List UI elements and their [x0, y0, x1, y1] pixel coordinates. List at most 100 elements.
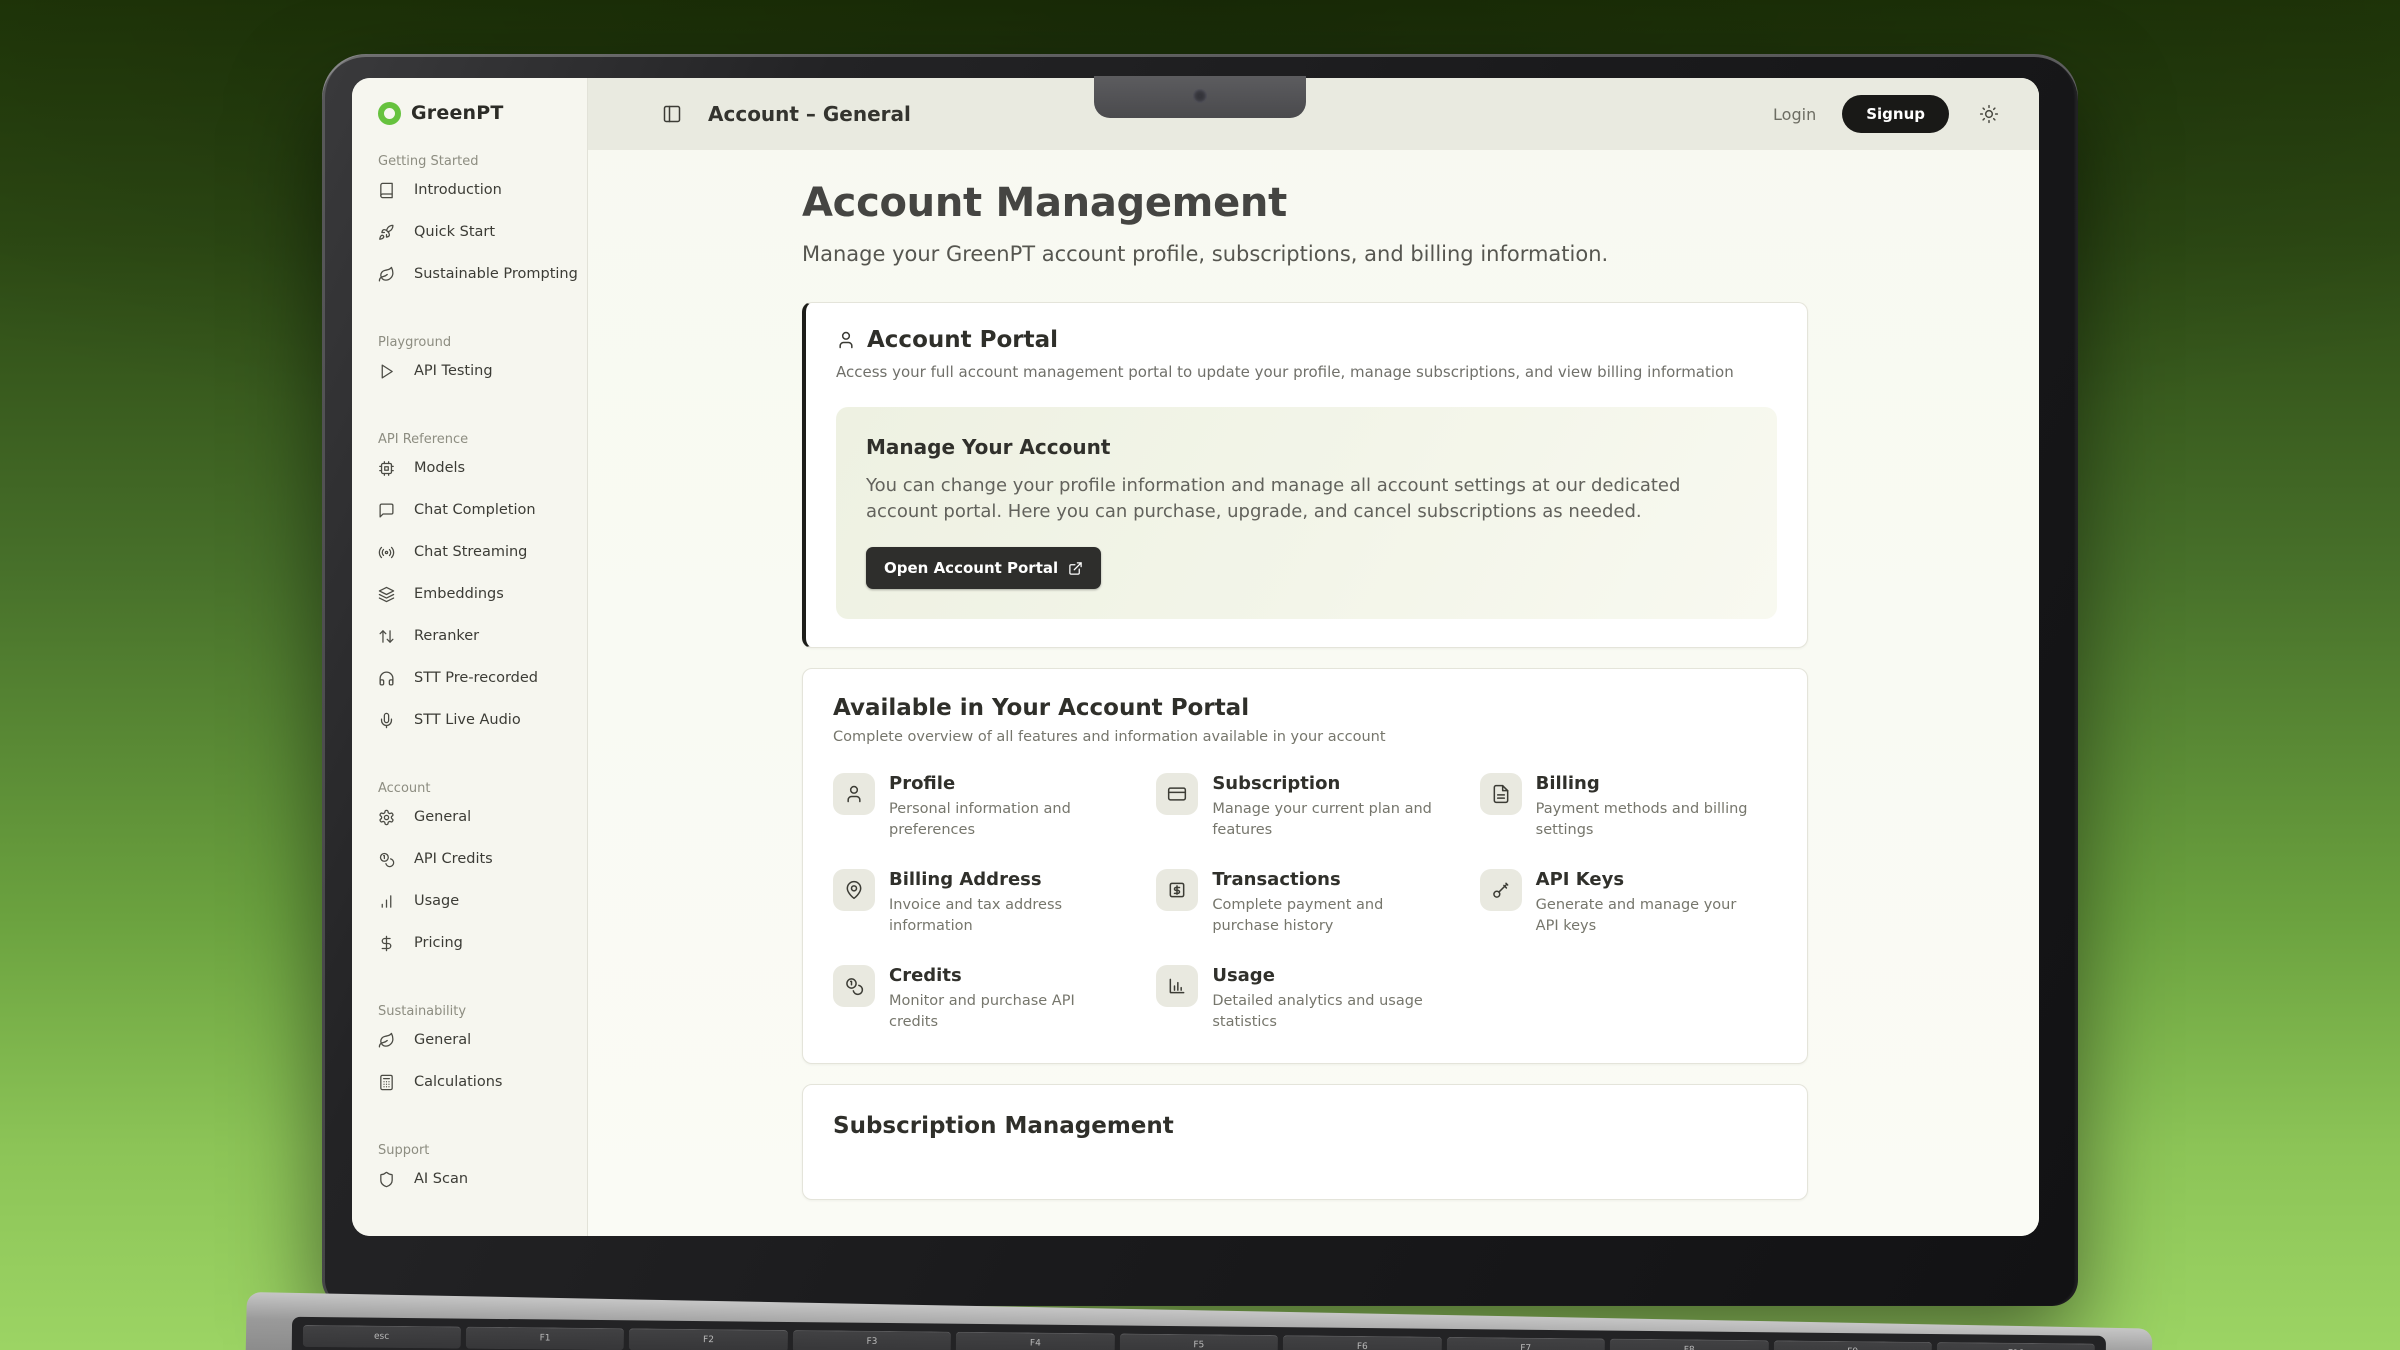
keyboard-key: F7: [1446, 1336, 1605, 1350]
feature-description: Detailed analytics and usage statistics: [1212, 991, 1437, 1033]
feature-description: Complete payment and purchase history: [1212, 895, 1437, 937]
section-label-sustainability: Sustainability: [378, 1004, 587, 1019]
sidebar-item-reranker[interactable]: Reranker: [378, 615, 587, 657]
laptop-screen: GreenPT Getting Started Introduction Qui…: [352, 78, 2039, 1236]
card-description: Access your full account management port…: [836, 363, 1777, 381]
page-content: Account Management Manage your GreenPT a…: [588, 150, 2039, 1236]
sidebar-item-quick-start[interactable]: Quick Start: [378, 211, 587, 253]
page-heading: Account Management: [802, 180, 1808, 226]
app-logo-text: GreenPT: [411, 102, 504, 124]
feature-title: API Keys: [1536, 869, 1761, 890]
section-label-api-reference: API Reference: [378, 432, 587, 447]
sidebar-item-sustainable-prompting[interactable]: Sustainable Prompting: [378, 253, 587, 295]
feature-description: Monitor and purchase API credits: [889, 991, 1114, 1033]
page-subheading: Manage your GreenPT account profile, sub…: [802, 242, 1808, 266]
bar-chart-icon: [1167, 976, 1187, 996]
keyboard-key: F5: [1120, 1333, 1279, 1350]
feature-title: Billing: [1536, 773, 1761, 794]
sidebar-item-models[interactable]: Models: [378, 447, 587, 489]
login-button[interactable]: Login: [1773, 105, 1816, 124]
sidebar-item-label: Chat Completion: [414, 502, 536, 518]
keyboard-key: F3: [793, 1330, 952, 1350]
sidebar-item-label: STT Live Audio: [414, 712, 521, 728]
key-icon: [1491, 880, 1511, 900]
card-title: Subscription Management: [833, 1113, 1777, 1139]
section-label-getting-started: Getting Started: [378, 154, 587, 169]
feature-title: Credits: [889, 965, 1114, 986]
sidebar-item-label: Calculations: [414, 1074, 502, 1090]
sidebar-item-label: Introduction: [414, 182, 502, 198]
desktop-background: GreenPT Getting Started Introduction Qui…: [0, 0, 2400, 1350]
sidebar-item-label: API Testing: [414, 363, 493, 379]
user-icon: [836, 330, 856, 350]
card-title: Account Portal: [867, 327, 1058, 353]
keyboard-key: F1: [466, 1326, 625, 1350]
rocket-icon: [378, 224, 395, 241]
sidebar-item-chat-completion[interactable]: Chat Completion: [378, 489, 587, 531]
keyboard-key: F4: [956, 1331, 1115, 1350]
sidebar-item-introduction[interactable]: Introduction: [378, 169, 587, 211]
card-subtitle: Complete overview of all features and in…: [833, 729, 1777, 745]
file-text-icon: [1491, 784, 1511, 804]
sidebar-item-label: Quick Start: [414, 224, 495, 240]
feature-transactions: Transactions Complete payment and purcha…: [1156, 869, 1453, 937]
feature-usage: Usage Detailed analytics and usage stati…: [1156, 965, 1453, 1033]
feature-description: Manage your current plan and features: [1212, 799, 1437, 841]
sidebar-item-embeddings[interactable]: Embeddings: [378, 573, 587, 615]
feature-billing-address: Billing Address Invoice and tax address …: [833, 869, 1130, 937]
sidebar-item-label: Embeddings: [414, 586, 504, 602]
sidebar-item-api-credits[interactable]: API Credits: [378, 838, 587, 880]
keyboard-key: F10: [1937, 1342, 2096, 1350]
microphone-icon: [378, 712, 395, 729]
sidebar-item-pricing[interactable]: Pricing: [378, 922, 587, 964]
open-account-portal-button[interactable]: Open Account Portal: [866, 547, 1101, 589]
sidebar-item-label: Reranker: [414, 628, 479, 644]
sidebar-item-account-general[interactable]: General: [378, 796, 587, 838]
sidebar-item-sustainability-general[interactable]: General: [378, 1019, 587, 1061]
sidebar-item-api-testing[interactable]: API Testing: [378, 350, 587, 392]
sidebar-item-label: General: [414, 1032, 471, 1048]
map-pin-icon: [844, 880, 864, 900]
feature-description: Personal information and preferences: [889, 799, 1114, 841]
sidebar-item-stt-pre-recorded[interactable]: STT Pre-recorded: [378, 657, 587, 699]
section-label-support: Support: [378, 1143, 587, 1158]
sidebar-item-label: STT Pre-recorded: [414, 670, 538, 686]
signup-button[interactable]: Signup: [1842, 95, 1949, 133]
section-label-account: Account: [378, 781, 587, 796]
sidebar-item-label: Chat Streaming: [414, 544, 527, 560]
sidebar-item-calculations[interactable]: Calculations: [378, 1061, 587, 1103]
button-label: Open Account Portal: [884, 559, 1058, 577]
calculator-icon: [378, 1074, 395, 1091]
laptop-notch: [1094, 76, 1306, 118]
feature-billing: Billing Payment methods and billing sett…: [1480, 773, 1777, 841]
theme-toggle[interactable]: [1979, 104, 1999, 124]
broadcast-icon: [378, 544, 395, 561]
app-logo[interactable]: GreenPT: [378, 96, 587, 130]
sidebar-item-label: Models: [414, 460, 465, 476]
sidebar-item-stt-live-audio[interactable]: STT Live Audio: [378, 699, 587, 741]
book-icon: [378, 182, 395, 199]
external-link-icon: [1068, 561, 1083, 576]
cpu-icon: [378, 460, 395, 477]
sidebar-item-label: API Credits: [414, 851, 493, 867]
receipt-icon: [1167, 880, 1187, 900]
arrows-up-down-icon: [378, 628, 395, 645]
coins-icon: [378, 851, 395, 868]
feature-profile: Profile Personal information and prefere…: [833, 773, 1130, 841]
greenpt-ring-icon: [378, 102, 401, 125]
leaf-icon: [378, 266, 395, 283]
feature-title: Subscription: [1212, 773, 1437, 794]
panel-left-icon[interactable]: [662, 104, 682, 124]
sun-icon: [1979, 104, 1999, 124]
keyboard-key: F2: [629, 1328, 788, 1350]
sidebar-item-usage[interactable]: Usage: [378, 880, 587, 922]
feature-subscription: Subscription Manage your current plan an…: [1156, 773, 1453, 841]
sidebar-item-chat-streaming[interactable]: Chat Streaming: [378, 531, 587, 573]
sidebar-item-ai-scan[interactable]: AI Scan: [378, 1158, 587, 1200]
manage-account-panel: Manage Your Account You can change your …: [836, 407, 1777, 619]
chat-bubble-icon: [378, 502, 395, 519]
panel-body: You can change your profile information …: [866, 473, 1746, 525]
portal-features-card: Available in Your Account Portal Complet…: [802, 668, 1808, 1064]
feature-title: Usage: [1212, 965, 1437, 986]
laptop-frame: GreenPT Getting Started Introduction Qui…: [322, 54, 2078, 1306]
